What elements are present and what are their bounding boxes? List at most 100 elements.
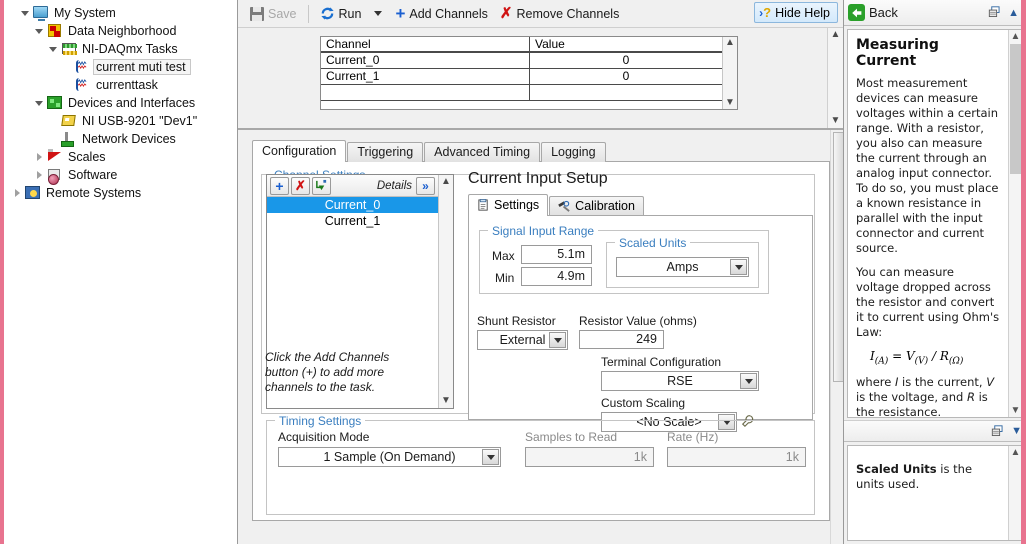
scrollbar-thumb[interactable]	[833, 132, 843, 382]
tree-item-ni-daqmx-tasks[interactable]: NI-DAQmx Tasks	[0, 40, 237, 58]
table-row[interactable]: Current_0 0	[321, 53, 722, 69]
help-vertical-scrollbar[interactable]: ▲ ▼	[1008, 30, 1022, 417]
hide-help-button[interactable]: › ? Hide Help	[754, 2, 838, 23]
shunt-resistor-combo[interactable]: External	[477, 330, 568, 350]
twisty-open-icon[interactable]	[46, 46, 60, 52]
chevron-down-icon	[734, 264, 743, 270]
tab-logging[interactable]: Logging	[541, 142, 606, 162]
channel-list-scrollbar[interactable]: ▲ ▼	[438, 175, 453, 408]
scroll-down-icon[interactable]: ▼	[441, 396, 451, 406]
save-icon	[250, 6, 264, 21]
detail-tab-strip[interactable]: Settings Calibration	[468, 194, 813, 216]
twisty-open-icon[interactable]	[32, 100, 46, 106]
twisty-open-icon[interactable]	[18, 10, 32, 16]
min-input[interactable]: 4.9m	[521, 267, 592, 286]
insert-channel-button[interactable]	[312, 176, 331, 195]
x-icon: ✗	[499, 4, 513, 22]
tree-item-data-neighborhood[interactable]: Data Neighborhood	[0, 22, 237, 40]
run-dropdown-button[interactable]	[367, 3, 389, 25]
window-restore-icon[interactable]	[991, 424, 1005, 438]
context-help-paragraph: Scaled Units is the units used.	[856, 462, 1000, 492]
configuration-tree-pane[interactable]: My System Data Neighborhood NI-DAQmx Tas…	[0, 0, 238, 544]
max-input[interactable]: 5.1m	[521, 245, 592, 264]
task-icon	[74, 59, 92, 75]
acquisition-mode-combo[interactable]: 1 Sample (On Demand)	[278, 447, 501, 467]
resistor-value-label: Resistor Value (ohms)	[579, 314, 697, 328]
table-vertical-scrollbar[interactable]: ▲ ▼	[722, 37, 737, 109]
tab-advanced-timing[interactable]: Advanced Timing	[424, 142, 541, 162]
tree-item-current-muti-test[interactable]: current muti test	[0, 58, 237, 76]
rate-label: Rate (Hz)	[667, 430, 719, 444]
chevron-up-icon[interactable]: ▲	[1008, 7, 1019, 19]
dropdown-button[interactable]	[549, 332, 566, 348]
scaled-units-combo[interactable]: Amps	[616, 257, 749, 277]
subtab-settings[interactable]: Settings	[468, 194, 549, 216]
add-channel-button[interactable]: +	[270, 176, 289, 195]
table-body: Channel Value Current_0 0 Current_1 0	[321, 37, 722, 109]
column-header-value: Value	[535, 37, 565, 51]
tree-item-network-devices[interactable]: Network Devices	[0, 130, 237, 148]
x-icon: ✗	[295, 177, 306, 193]
dropdown-button[interactable]	[730, 259, 747, 275]
tab-triggering[interactable]: Triggering	[347, 142, 424, 162]
scroll-up-icon[interactable]: ▲	[441, 177, 451, 187]
tree-item-software[interactable]: Software	[0, 166, 237, 185]
context-help-scrollbar[interactable]: ▲	[1008, 446, 1022, 540]
twisty-closed-icon[interactable]	[10, 189, 24, 197]
back-icon[interactable]	[848, 4, 865, 21]
main-tab-strip[interactable]: Configuration Triggering Advanced Timing…	[252, 140, 830, 162]
terminal-configuration-combo[interactable]: RSE	[601, 371, 759, 391]
help-text: Measuring Current Most measurement devic…	[848, 30, 1008, 417]
subtab-calibration[interactable]: Calibration	[549, 196, 644, 216]
min-label: Min	[495, 271, 515, 285]
configuration-vertical-scrollbar[interactable]	[830, 130, 843, 544]
remote-systems-icon	[24, 185, 42, 201]
scroll-down-icon[interactable]: ▼	[725, 98, 735, 108]
tree-item-devices-and-interfaces[interactable]: Devices and Interfaces	[0, 94, 237, 112]
samples-to-read-input[interactable]: 1k	[525, 447, 654, 467]
context-help-text: Scaled Units is the units used.	[848, 446, 1008, 540]
cell-channel: Current_0	[321, 53, 530, 68]
twisty-closed-icon[interactable]	[32, 171, 46, 179]
tree-item-currenttask[interactable]: currenttask	[0, 76, 237, 94]
twisty-closed-icon[interactable]	[32, 153, 46, 161]
help-pane: Back ▲ Measuring Current Most measuremen…	[843, 0, 1026, 544]
scroll-up-icon[interactable]: ▲	[831, 30, 841, 40]
scroll-up-icon[interactable]: ▲	[725, 38, 735, 48]
eq-voltage-unit: (V)	[914, 356, 929, 367]
list-item[interactable]: Current_1	[267, 213, 438, 229]
twisty-open-icon[interactable]	[32, 28, 46, 34]
table-row-empty[interactable]	[321, 85, 722, 101]
top-panel-vertical-scrollbar[interactable]: ▲ ▼	[827, 28, 843, 128]
tree-item-scales[interactable]: Scales	[0, 148, 237, 166]
resistor-value-input[interactable]: 249	[579, 330, 664, 349]
window-restore-icon[interactable]	[988, 6, 1002, 19]
expand-details-button[interactable]: »	[416, 176, 435, 195]
save-button[interactable]: Save	[244, 3, 303, 25]
eq-equals: =	[888, 349, 906, 363]
eq-resistance-symbol: R	[939, 349, 949, 363]
delete-channel-button[interactable]: ✗	[291, 176, 310, 195]
remove-channels-label: Remove Channels	[516, 6, 620, 21]
tree-item-my-system[interactable]: My System	[0, 4, 237, 22]
add-channels-button[interactable]: + Add Channels	[389, 3, 493, 25]
tree-item-label: Scales	[68, 150, 106, 164]
list-item[interactable]: Current_0	[267, 197, 438, 213]
run-button[interactable]: Run	[314, 3, 368, 25]
dropdown-button[interactable]	[740, 373, 757, 389]
scrollbar-thumb[interactable]	[1010, 44, 1021, 174]
tree-item-ni-usb-9201[interactable]: NI USB-9201 "Dev1"	[0, 112, 237, 130]
tree-item-remote-systems[interactable]: Remote Systems	[0, 184, 237, 202]
back-label[interactable]: Back	[869, 5, 898, 20]
tab-configuration[interactable]: Configuration	[252, 140, 347, 162]
cell-channel-empty	[321, 85, 530, 100]
context-help-bar: ▼	[844, 420, 1026, 442]
chevron-down-icon	[374, 11, 383, 16]
rate-input[interactable]: 1k	[667, 447, 806, 467]
table-row[interactable]: Current_1 0	[321, 69, 722, 85]
down-arrow-green-icon	[316, 179, 327, 191]
remove-channels-button[interactable]: ✗ Remove Channels	[494, 3, 625, 25]
channel-value-table[interactable]: Channel Value Current_0 0 Current_1 0 ▲ …	[320, 36, 738, 110]
dropdown-button[interactable]	[482, 449, 499, 465]
scroll-down-icon[interactable]: ▼	[831, 116, 841, 126]
